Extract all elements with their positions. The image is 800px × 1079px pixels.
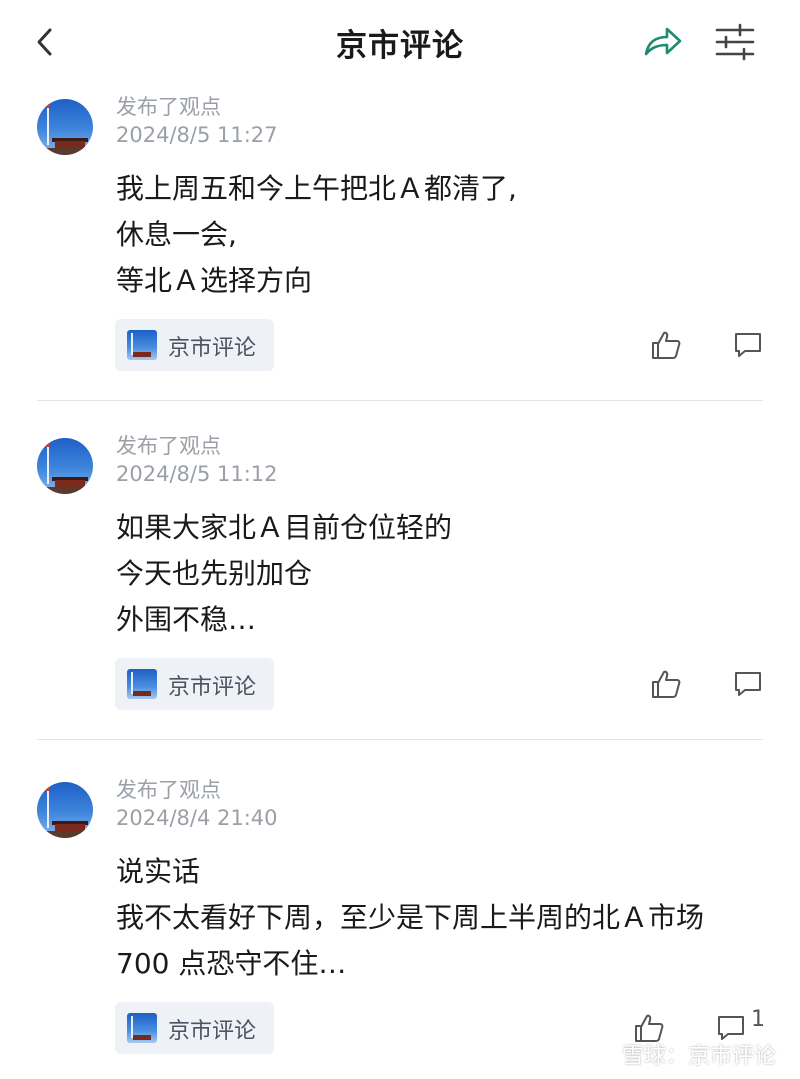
post-content-line: 我上周五和今上午把北Ａ都清了, [116, 172, 517, 205]
source-tag[interactable]: 京市评论 [115, 658, 274, 710]
flagpole-shape [47, 444, 49, 484]
snowball-logo-icon [586, 1046, 614, 1068]
source-tag-name: 京市评论 [168, 675, 257, 700]
divider [37, 400, 763, 401]
post-content-line: 今天也先别加仓 [116, 557, 313, 590]
post-action-label: 发布了观点 [116, 434, 221, 458]
ground-shape [37, 831, 93, 838]
post-timestamp: 2024/8/5 11:27 [116, 123, 278, 147]
avatar[interactable] [37, 782, 93, 838]
watermark-text: 雪球：京市评论 [622, 1044, 777, 1069]
post-content-line: 等北Ａ选择方向 [116, 264, 313, 297]
source-tag[interactable]: 京市评论 [115, 1002, 274, 1054]
post-action-label: 发布了观点 [116, 95, 221, 119]
post-content-line: 说实话 [116, 855, 201, 888]
thumbs-up-icon[interactable] [650, 329, 682, 361]
source-tag-avatar [127, 330, 157, 360]
flag-shape [44, 104, 49, 108]
post-content-line: 休息一会, [116, 218, 237, 251]
source-tag-name: 京市评论 [168, 1019, 257, 1044]
post-content[interactable]: 说实话 我不太看好下周，至少是下周上半周的北Ａ市场 700 点恐守不住… [116, 849, 704, 987]
thumbs-up-icon[interactable] [650, 668, 682, 700]
post-card[interactable]: 发布了观点 2024/8/4 21:40 说实话 我不太看好下周，至少是下周上半… [0, 773, 800, 1079]
source-tag-avatar [127, 1013, 157, 1043]
top-nav-bar: 京市评论 [0, 0, 800, 84]
ground-shape [37, 487, 93, 494]
source-tag-avatar [127, 669, 157, 699]
sliders-icon[interactable] [714, 22, 756, 62]
flag-shape [44, 787, 49, 791]
flag-shape [44, 443, 49, 447]
avatar[interactable] [37, 99, 93, 155]
divider [37, 739, 763, 740]
post-content[interactable]: 我上周五和今上午把北Ａ都清了, 休息一会, 等北Ａ选择方向 [116, 166, 517, 304]
share-icon[interactable] [642, 24, 684, 60]
post-card[interactable]: 发布了观点 2024/8/5 11:12 如果大家北Ａ目前仓位轻的 今天也先别加… [0, 429, 800, 773]
post-content-line: 我不太看好下周，至少是下周上半周的北Ａ市场 [116, 901, 705, 934]
post-content[interactable]: 如果大家北Ａ目前仓位轻的 今天也先别加仓 外围不稳… [116, 505, 452, 643]
comment-icon[interactable] [733, 670, 763, 698]
avatar[interactable] [37, 438, 93, 494]
watermark: 雪球：京市评论 [585, 1038, 776, 1070]
post-content-line: 如果大家北Ａ目前仓位轻的 [116, 511, 453, 544]
ground-shape [37, 148, 93, 155]
comment-count: 1 [751, 1007, 765, 1032]
post-action-label: 发布了观点 [116, 778, 221, 802]
source-tag[interactable]: 京市评论 [115, 319, 274, 371]
post-card[interactable]: 发布了观点 2024/8/5 11:27 我上周五和今上午把北Ａ都清了, 休息一… [0, 90, 800, 434]
comment-icon[interactable] [733, 331, 763, 359]
post-timestamp: 2024/8/4 21:40 [116, 806, 278, 830]
flagpole-shape [47, 105, 49, 145]
post-content-line: 700 点恐守不住… [116, 947, 347, 980]
source-tag-name: 京市评论 [168, 336, 257, 361]
flagpole-shape [47, 788, 49, 828]
post-content-line: 外围不稳… [116, 603, 257, 636]
post-timestamp: 2024/8/5 11:12 [116, 462, 278, 486]
